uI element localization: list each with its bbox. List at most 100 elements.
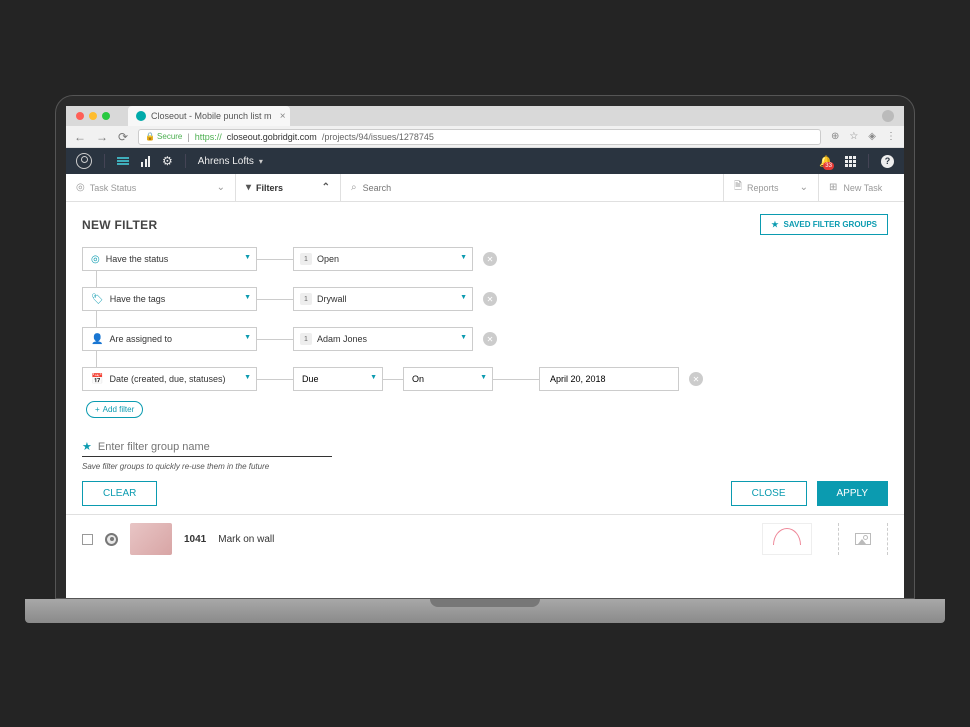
filter-value-dropdown[interactable]: 1 Adam Jones ▼ bbox=[293, 327, 473, 351]
star-icon[interactable]: ☆ bbox=[849, 131, 858, 142]
remove-filter-button[interactable]: ✕ bbox=[483, 332, 497, 346]
new-task-button[interactable]: ⊞ New Task bbox=[819, 174, 904, 201]
app-header: ⚙ Ahrens Lofts ▾ 🔔33 ? bbox=[66, 148, 904, 174]
url-path: /projects/94/issues/1278745 bbox=[322, 132, 434, 142]
filter-value-dropdown[interactable]: 1 Drywall ▼ bbox=[293, 287, 473, 311]
menu-icon[interactable]: ⋮ bbox=[886, 131, 896, 142]
remove-filter-button[interactable]: ✕ bbox=[689, 372, 703, 386]
tab-close-icon[interactable]: × bbox=[280, 111, 286, 122]
saved-filter-groups-button[interactable]: ★ SAVED FILTER GROUPS bbox=[760, 214, 888, 235]
chevron-down-icon: ▼ bbox=[460, 254, 467, 261]
filter-panel: NEW FILTER ★ SAVED FILTER GROUPS ◎ Have … bbox=[66, 202, 904, 514]
count-badge: 1 bbox=[300, 253, 312, 265]
task-title: Mark on wall bbox=[218, 534, 274, 545]
search-section: ⌕ bbox=[341, 174, 724, 201]
window-controls[interactable] bbox=[66, 112, 110, 120]
search-icon: ⌕ bbox=[351, 182, 357, 193]
notification-badge: 33 bbox=[823, 162, 834, 170]
analytics-icon[interactable] bbox=[141, 155, 150, 167]
chevron-down-icon: ▼ bbox=[244, 294, 251, 301]
menu-icon[interactable] bbox=[117, 157, 129, 165]
project-selector[interactable]: Ahrens Lofts ▾ bbox=[198, 156, 263, 167]
filter-type-dropdown[interactable]: 🏷 Have the tags ▼ bbox=[82, 287, 257, 311]
task-image-preview[interactable] bbox=[762, 523, 812, 555]
url-domain: closeout.gobridgit.com bbox=[227, 132, 317, 142]
date-field-dropdown[interactable]: Due ▼ bbox=[293, 367, 383, 391]
date-value-input[interactable]: April 20, 2018 bbox=[539, 367, 679, 391]
zoom-icon[interactable]: ⊕ bbox=[831, 131, 839, 142]
calendar-icon: 📅 bbox=[91, 374, 103, 385]
filter-icon: ▾ bbox=[246, 182, 251, 193]
apply-button[interactable]: APPLY bbox=[817, 481, 889, 506]
task-row[interactable]: 1041 Mark on wall bbox=[66, 514, 904, 563]
secure-lock-icon: 🔒 Secure bbox=[145, 132, 182, 141]
close-button[interactable]: CLOSE bbox=[731, 481, 807, 506]
search-input[interactable] bbox=[363, 183, 713, 193]
maximize-window-icon[interactable] bbox=[102, 112, 110, 120]
remove-filter-button[interactable]: ✕ bbox=[483, 252, 497, 266]
account-icon[interactable] bbox=[76, 153, 92, 169]
status-icon[interactable] bbox=[105, 533, 118, 546]
laptop-base bbox=[25, 599, 945, 623]
chevron-down-icon: ▼ bbox=[460, 294, 467, 301]
chevron-down-icon: ▾ bbox=[259, 157, 263, 166]
task-thumbnail[interactable] bbox=[130, 523, 172, 555]
forward-icon[interactable]: → bbox=[96, 130, 108, 144]
task-image-placeholder[interactable] bbox=[838, 523, 888, 555]
target-icon: ◎ bbox=[91, 254, 100, 265]
clear-button[interactable]: CLEAR bbox=[82, 481, 157, 506]
profile-icon[interactable] bbox=[882, 110, 894, 122]
tab-title: Closeout - Mobile punch list m bbox=[151, 111, 272, 121]
browser-chrome: Closeout - Mobile punch list m × ← → ⟳ 🔒… bbox=[66, 106, 904, 148]
browser-tab[interactable]: Closeout - Mobile punch list m × bbox=[128, 106, 290, 126]
task-id: 1041 bbox=[184, 534, 206, 545]
address-bar: ← → ⟳ 🔒 Secure | https://closeout.gobrid… bbox=[66, 126, 904, 148]
favicon-icon bbox=[136, 111, 146, 121]
remove-filter-button[interactable]: ✕ bbox=[483, 292, 497, 306]
count-badge: 1 bbox=[300, 293, 312, 305]
document-icon: 🗎 bbox=[734, 179, 742, 196]
chevron-up-icon: ⌃ bbox=[322, 182, 330, 193]
filters-panel-toggle[interactable]: ▾ Filters ⌃ bbox=[236, 174, 341, 201]
filter-group-name-input[interactable] bbox=[98, 441, 318, 453]
filter-row-assigned: 👤 Are assigned to ▼ 1 Adam Jones ▼ ✕ bbox=[82, 327, 888, 351]
help-icon[interactable]: ? bbox=[881, 155, 894, 168]
browser-tabbar: Closeout - Mobile punch list m × bbox=[66, 106, 904, 126]
image-icon bbox=[855, 533, 871, 545]
chevron-down-icon: ▼ bbox=[244, 254, 251, 261]
filter-type-dropdown[interactable]: 📅 Date (created, due, statuses) ▼ bbox=[82, 367, 257, 391]
apps-grid-icon[interactable] bbox=[845, 156, 856, 167]
tag-icon: 🏷 bbox=[91, 294, 104, 305]
chevron-down-icon: ⌄ bbox=[217, 182, 225, 193]
url-protocol: https:// bbox=[195, 132, 222, 142]
filter-type-dropdown[interactable]: 👤 Are assigned to ▼ bbox=[82, 327, 257, 351]
task-status-dropdown[interactable]: ◎ Task Status ⌄ bbox=[66, 174, 236, 201]
chevron-down-icon: ▼ bbox=[460, 334, 467, 341]
chevron-down-icon: ▼ bbox=[244, 374, 251, 381]
notifications-icon[interactable]: 🔔33 bbox=[819, 155, 833, 168]
reload-icon[interactable]: ⟳ bbox=[118, 130, 128, 144]
filter-group-name-row: ★ bbox=[82, 440, 332, 457]
close-window-icon[interactable] bbox=[76, 112, 84, 120]
settings-icon[interactable]: ⚙ bbox=[162, 154, 173, 168]
back-icon[interactable]: ← bbox=[74, 130, 86, 144]
panel-title: NEW FILTER bbox=[82, 218, 157, 232]
reports-dropdown[interactable]: 🗎 Reports ⌄ bbox=[724, 174, 819, 201]
filter-type-dropdown[interactable]: ◎ Have the status ▼ bbox=[82, 247, 257, 271]
checkbox[interactable] bbox=[82, 534, 93, 545]
count-badge: 1 bbox=[300, 333, 312, 345]
chevron-down-icon: ▼ bbox=[244, 334, 251, 341]
chevron-down-icon: ▼ bbox=[370, 374, 377, 381]
star-icon: ★ bbox=[82, 440, 92, 453]
extension-icon[interactable]: ◈ bbox=[868, 131, 876, 142]
filter-row-tags: 🏷 Have the tags ▼ 1 Drywall ▼ ✕ bbox=[82, 287, 888, 311]
url-input[interactable]: 🔒 Secure | https://closeout.gobridgit.co… bbox=[138, 129, 821, 145]
plus-icon: + bbox=[95, 405, 100, 414]
toolbar: ◎ Task Status ⌄ ▾ Filters ⌃ ⌕ bbox=[66, 174, 904, 202]
filter-value-dropdown[interactable]: 1 Open ▼ bbox=[293, 247, 473, 271]
add-filter-button[interactable]: + Add filter bbox=[86, 401, 143, 418]
date-operator-dropdown[interactable]: On ▼ bbox=[403, 367, 493, 391]
plus-icon: ⊞ bbox=[829, 182, 837, 193]
minimize-window-icon[interactable] bbox=[89, 112, 97, 120]
chevron-down-icon: ▼ bbox=[480, 374, 487, 381]
